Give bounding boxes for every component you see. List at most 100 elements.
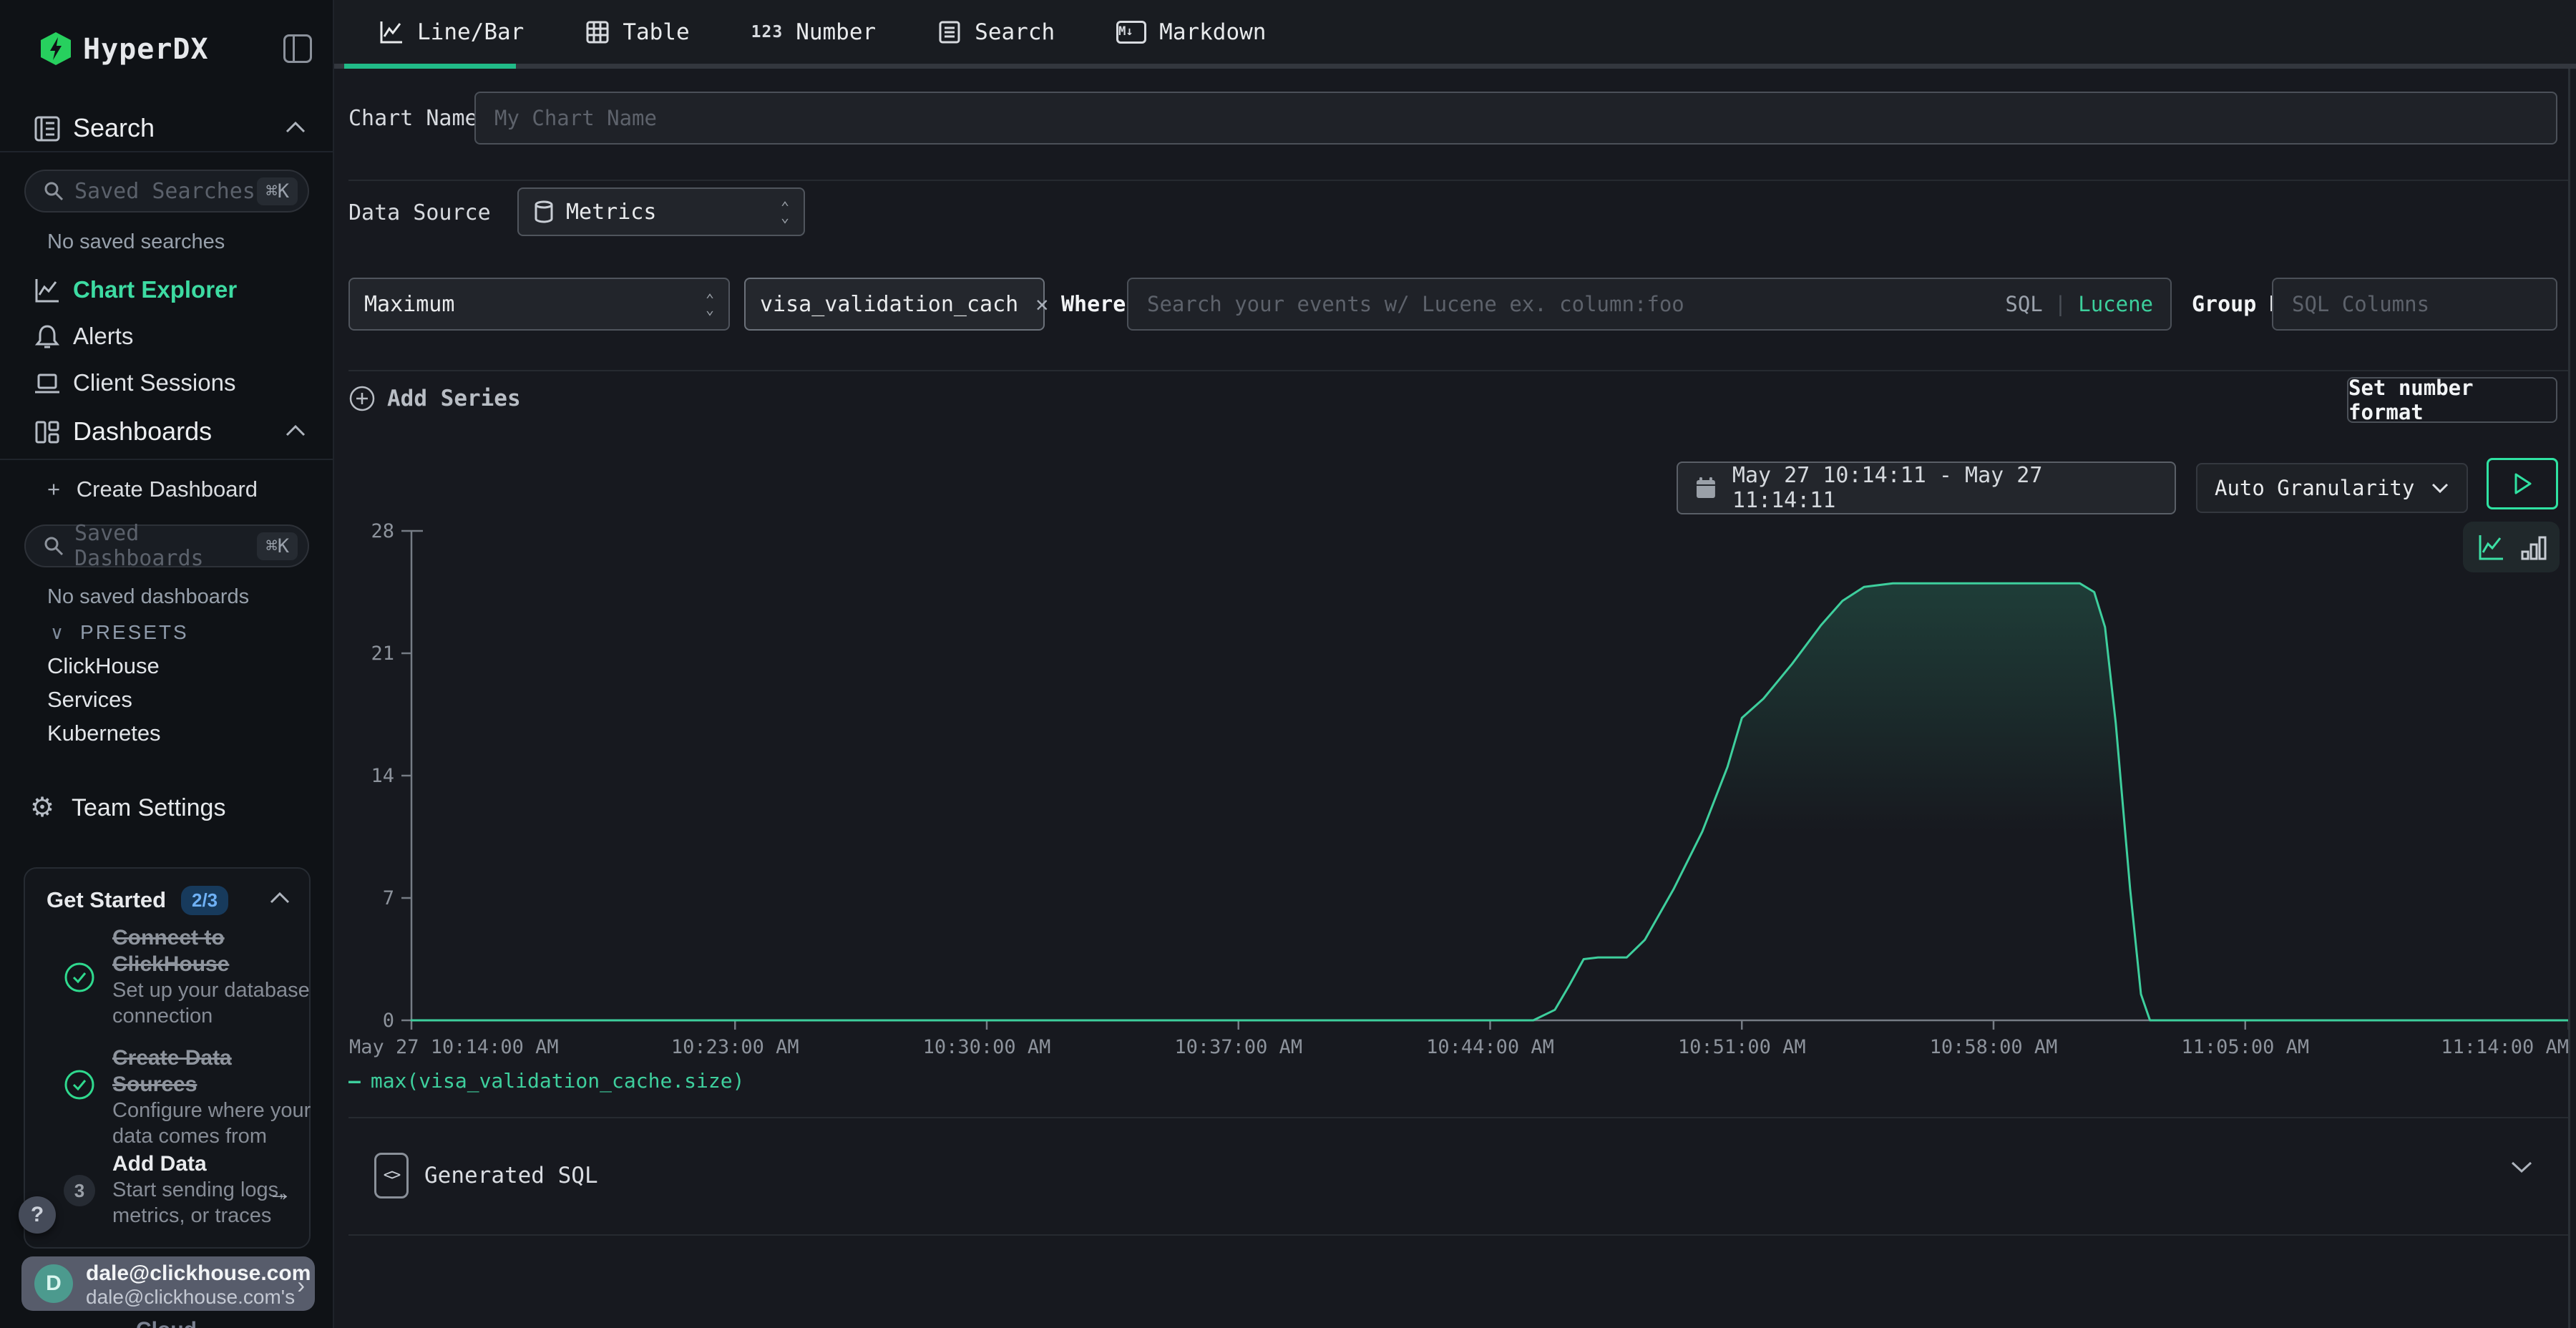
divider: [348, 1234, 2569, 1236]
separator: |: [2054, 292, 2067, 316]
chevron-down-icon[interactable]: [2509, 1160, 2534, 1177]
sidebar-section-dashboards[interactable]: Dashboards: [0, 409, 334, 454]
close-icon[interactable]: ✕: [1035, 292, 1048, 317]
tab-markdown[interactable]: M↓ Markdown: [1116, 19, 1266, 45]
chevron-up-icon[interactable]: [269, 892, 291, 908]
timeseries-chart[interactable]: 07142128May 27 10:14:00 AM10:23:00 AM10:…: [343, 508, 2573, 1066]
add-series-button[interactable]: Add Series: [348, 385, 521, 412]
sql-option[interactable]: SQL: [2005, 292, 2042, 316]
where-label: Where: [1061, 292, 1126, 317]
saved-dashboards-input[interactable]: Saved Dashboards ⌘K: [24, 524, 309, 567]
data-source-select[interactable]: Metrics ⌃⌄: [517, 187, 805, 236]
chart-legend[interactable]: — max(visa_validation_cache.size): [348, 1069, 744, 1093]
hyperdx-app: HyperDX Search Saved Searches ⌘K No save…: [0, 0, 2576, 1328]
legend-swatch: —: [348, 1069, 361, 1093]
group-by-input[interactable]: [2272, 278, 2557, 331]
svg-text:May 27 10:14:00 AM: May 27 10:14:00 AM: [349, 1036, 559, 1058]
tab-table[interactable]: Table: [585, 19, 689, 45]
divider: [0, 459, 334, 460]
sidebar-collapse-icon[interactable]: [283, 34, 312, 63]
plus-icon: +: [47, 477, 60, 502]
user-menu[interactable]: D dale@clickhouse.com dale@clickhouse.co…: [21, 1256, 315, 1311]
svg-text:10:30:00 AM: 10:30:00 AM: [923, 1036, 1051, 1058]
sidebar-item-client-sessions[interactable]: Client Sessions: [0, 361, 334, 405]
data-source-label: Data Source: [348, 200, 491, 225]
date-range-picker[interactable]: May 27 10:14:11 - May 27 11:14:11: [1677, 462, 2176, 514]
divider: [348, 370, 2569, 371]
granularity-value: Auto Granularity: [2215, 476, 2414, 500]
tab-number[interactable]: 123 Number: [751, 19, 877, 45]
table-icon: [585, 20, 610, 44]
get-started-header[interactable]: Get Started 2/3: [25, 886, 309, 917]
search-icon: [43, 180, 64, 202]
shortcut-badge: ⌘K: [257, 177, 298, 205]
preset-services[interactable]: Services: [47, 687, 132, 713]
list-icon: [937, 20, 962, 44]
preset-clickhouse[interactable]: ClickHouse: [47, 653, 160, 679]
shortcut-badge: ⌘K: [257, 532, 298, 560]
line-chart-icon: [379, 19, 404, 45]
svg-text:10:58:00 AM: 10:58:00 AM: [1930, 1036, 2058, 1058]
where-search: SQL | Lucene: [1127, 278, 2172, 331]
divider: [0, 151, 334, 152]
create-dashboard-button[interactable]: + Create Dashboard: [47, 477, 258, 502]
tab-label: Table: [623, 19, 689, 45]
scrollbar-track[interactable]: [2568, 69, 2570, 1328]
number-123-icon: 123: [751, 23, 784, 42]
aggregation-value: Maximum: [364, 292, 454, 317]
granularity-select[interactable]: Auto Granularity: [2196, 463, 2468, 513]
add-series-label: Add Series: [387, 386, 521, 411]
laptop-icon: [33, 369, 62, 401]
generated-sql-label: Generated SQL: [424, 1163, 598, 1188]
presets-label: PRESETS: [80, 621, 189, 643]
tab-search[interactable]: Search: [937, 19, 1055, 45]
generated-sql-section[interactable]: <> Generated SQL: [334, 1118, 2576, 1234]
tab-label: Markdown: [1159, 19, 1266, 45]
search-icon: [43, 535, 64, 557]
team-settings-button[interactable]: ⚙ Team Settings: [0, 787, 334, 830]
aggregation-select[interactable]: Maximum ⌃⌄: [348, 278, 730, 331]
gear-icon: ⚙: [30, 791, 54, 824]
sidebar-item-chart-explorer[interactable]: Chart Explorer: [0, 268, 334, 312]
sidebar: HyperDX Search Saved Searches ⌘K No save…: [0, 0, 334, 1328]
progress-badge: 2/3: [181, 886, 228, 915]
play-icon: [2512, 472, 2533, 496]
main-content: Line/Bar Table 123 Number Search: [334, 0, 2576, 1328]
run-query-button[interactable]: [2487, 458, 2558, 509]
metric-tag[interactable]: visa_validation_cach ✕: [744, 278, 1045, 331]
svg-text:0: 0: [383, 1010, 394, 1032]
tab-label: Search: [975, 19, 1055, 45]
get-started-title: Get Started: [47, 887, 166, 913]
cutoff-text: Cloud: [136, 1318, 197, 1328]
chart-name-input[interactable]: [474, 92, 2557, 145]
svg-text:10:44:00 AM: 10:44:00 AM: [1426, 1036, 1554, 1058]
chevron-down-icon: [2431, 482, 2449, 494]
markdown-icon: M↓: [1116, 21, 1146, 44]
set-number-format-button[interactable]: Set number format: [2347, 377, 2557, 423]
svg-text:14: 14: [371, 765, 394, 787]
user-email: dale@clickhouse.com: [86, 1261, 311, 1286]
presets-toggle[interactable]: ∨ PRESETS: [50, 621, 189, 644]
preset-kubernetes[interactable]: Kubernetes: [47, 721, 161, 746]
chevron-up-icon[interactable]: [284, 424, 307, 441]
sidebar-item-alerts[interactable]: Alerts: [0, 314, 334, 358]
help-button[interactable]: ?: [19, 1196, 56, 1234]
active-tab-underline: [344, 64, 516, 69]
select-chevrons-icon: ⌃⌄: [706, 294, 714, 314]
search-section-title: Search: [73, 113, 155, 143]
tab-line-bar[interactable]: Line/Bar: [379, 19, 524, 45]
step-number-badge: 3: [64, 1175, 95, 1206]
bell-icon: [33, 323, 62, 355]
query-language-toggle[interactable]: SQL | Lucene: [2005, 278, 2153, 331]
chevron-right-icon: ›: [297, 1272, 305, 1299]
sidebar-section-search[interactable]: Search: [0, 106, 334, 150]
no-saved-searches-text: No saved searches: [47, 230, 225, 254]
saved-searches-input[interactable]: Saved Searches ⌘K: [24, 170, 309, 213]
chevron-down-icon: ∨: [50, 622, 66, 643]
svg-text:11:14:00 AM: 11:14:00 AM: [2441, 1036, 2569, 1058]
create-dashboard-label: Create Dashboard: [77, 477, 258, 502]
chevron-up-icon[interactable]: [284, 120, 307, 138]
lucene-option[interactable]: Lucene: [2078, 292, 2153, 316]
plus-circle-icon: [348, 385, 376, 412]
step-desc: Configure where your data comes from: [112, 1098, 320, 1149]
